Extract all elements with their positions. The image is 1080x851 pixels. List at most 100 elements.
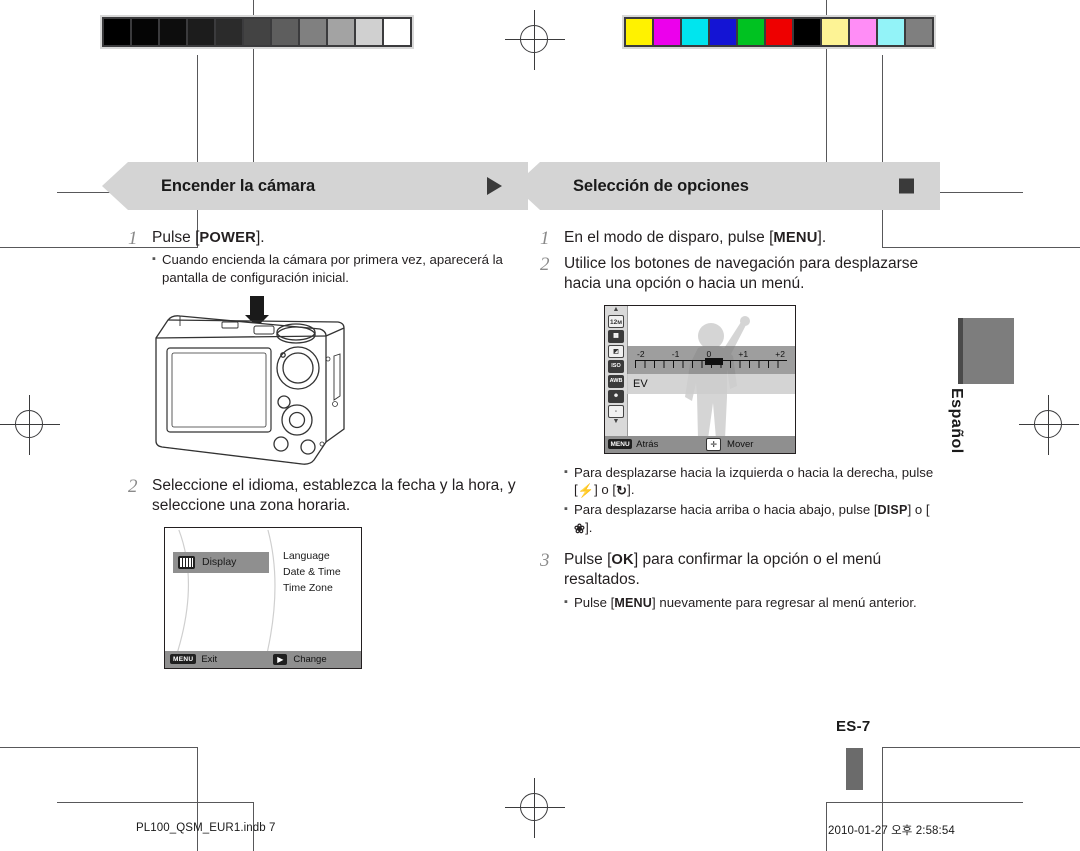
registration-target-right xyxy=(1019,395,1079,455)
ev-label-row: EV xyxy=(627,373,795,394)
lcd-ev-screen: ▲ 12ᴍ ▦ ◩ ISO AWB ☻ ▫ ▼ -2 -1 0 +1 +2 EV… xyxy=(604,304,796,454)
registration-cross-v xyxy=(29,395,30,455)
section-title: Selección de opciones xyxy=(573,176,749,195)
bullet-item: ▪ Cuando encienda la cámara por primera … xyxy=(152,251,528,286)
ev-adjust-row[interactable]: -2 -1 0 +1 +2 xyxy=(627,345,795,374)
crop-mark-bl-v xyxy=(197,747,198,851)
face-detect-off-icon[interactable]: ☻ xyxy=(608,389,624,403)
bullet-text: Para desplazarse hacia la izquierda o ha… xyxy=(574,464,940,500)
bullet-item: ▪ Para desplazarse hacia arriba o hacia … xyxy=(564,501,940,538)
grayscale-swatch-1 xyxy=(130,17,160,47)
left-column: Encender la cámara 1 Pulse [POWER]. ▪ Cu… xyxy=(102,162,528,669)
right-arrow-icon: ▶ xyxy=(273,653,288,665)
step-1-bullets: ▪ Cuando encienda la cámara por primera … xyxy=(152,251,528,286)
ev-icon[interactable]: ◩ xyxy=(608,344,624,358)
scroll-down-caret-icon[interactable]: ▼ xyxy=(605,418,627,425)
step-1: 1 En el modo de disparo, pulse [MENU]. xyxy=(540,228,940,250)
grayscale-swatch-10 xyxy=(382,17,412,47)
crop-mark-bl-h xyxy=(0,747,198,748)
grayscale-swatch-2 xyxy=(158,17,188,47)
crop-mark-br-h xyxy=(882,747,1080,748)
section-title: Encender la cámara xyxy=(161,176,316,195)
registration-target-bottom xyxy=(505,778,565,838)
focus-area-icon[interactable]: ▫ xyxy=(608,404,624,418)
menu-badge-icon: MENU xyxy=(608,439,633,450)
lcd-option-language[interactable]: Language xyxy=(283,548,341,564)
bullet-text-after: ]. xyxy=(585,519,593,535)
square-marker-icon xyxy=(899,178,914,194)
triangle-marker-icon xyxy=(487,177,502,195)
color-calibration-strip xyxy=(622,15,936,49)
lcd-ev-footer-bar: MENU Atrás ✛ Mover xyxy=(605,435,795,453)
lcd-option-time-zone[interactable]: Time Zone xyxy=(283,580,341,596)
lcd-highlighted-item-display[interactable]: Display xyxy=(173,551,269,573)
grayscale-swatch-5 xyxy=(242,17,272,47)
color-swatch-2 xyxy=(680,17,710,47)
grayscale-swatch-7 xyxy=(298,17,328,47)
bullet-dot-icon: ▪ xyxy=(564,503,568,516)
color-swatch-5 xyxy=(764,17,794,47)
resolution-12m-icon[interactable]: 12ᴍ xyxy=(608,314,624,328)
ev-scale: -2 -1 0 +1 +2 xyxy=(635,349,787,371)
step-number: 1 xyxy=(128,228,138,249)
key-ok: OK xyxy=(611,551,634,568)
grayscale-swatch-8 xyxy=(326,17,356,47)
macro-icon: ❀ xyxy=(574,520,586,536)
ev-tick: -1 xyxy=(671,348,680,359)
key-disp: DISP xyxy=(877,503,908,518)
ev-tick: +2 xyxy=(775,348,785,359)
ev-tick: +1 xyxy=(738,348,749,359)
flash-icon: ⚡ xyxy=(577,483,595,499)
step-body: Seleccione el idioma, establezca la fech… xyxy=(152,476,516,515)
bullet-text-before: Para desplazarse hacia arriba o hacia ab… xyxy=(574,502,878,518)
bullet-dot-icon: ▪ xyxy=(564,595,568,608)
timer-icon: ↻ xyxy=(616,483,628,499)
quality-sf-icon[interactable]: ▦ xyxy=(608,329,624,343)
grayscale-calibration-strip xyxy=(100,15,414,49)
step-text-before: Pulse [ xyxy=(152,229,200,246)
ev-tick: -2 xyxy=(637,348,645,359)
white-balance-icon[interactable]: AWB xyxy=(608,374,624,388)
grayscale-swatch-3 xyxy=(186,17,216,47)
color-swatch-4 xyxy=(736,17,766,47)
bullet-item: ▪ Pulse [MENU] nuevamente para regresar … xyxy=(564,594,940,612)
bullet-item: ▪ Para desplazarse hacia la izquierda o … xyxy=(564,464,940,500)
color-swatch-8 xyxy=(848,17,878,47)
registration-cross-h xyxy=(0,424,60,425)
lcd-settings-screen: Display Language Date & Time Time Zone M… xyxy=(164,526,362,669)
bullet-text-mid: ] o [ xyxy=(594,482,617,498)
registration-cross-v xyxy=(1048,395,1049,455)
registration-cross-h xyxy=(505,807,565,808)
section-header-power-on: Encender la cámara xyxy=(102,162,528,210)
bullet-text: Pulse [MENU] nuevamente para regresar al… xyxy=(574,594,940,612)
page-number-bar xyxy=(846,748,863,790)
crop-mark-br2-v xyxy=(826,802,827,851)
step-text-before: Pulse [ xyxy=(564,550,612,568)
grayscale-swatch-0 xyxy=(102,17,132,47)
lcd-option-date-time[interactable]: Date & Time xyxy=(283,564,341,580)
lcd-footer-move-label: Mover xyxy=(727,438,754,450)
menu-badge-icon: MENU xyxy=(170,654,197,665)
language-tab-label: Español xyxy=(948,388,965,454)
scroll-up-caret-icon[interactable]: ▲ xyxy=(605,306,627,313)
registration-target-top xyxy=(505,10,565,70)
ev-label: EV xyxy=(633,377,648,390)
key-power: POWER xyxy=(199,230,256,246)
lcd-option-list: Language Date & Time Time Zone xyxy=(283,548,341,597)
step-3-bullets: ▪ Pulse [MENU] nuevamente para regresar … xyxy=(564,594,940,612)
ev-slider-knob[interactable] xyxy=(704,357,723,365)
key-menu: MENU xyxy=(773,230,818,246)
step-number: 1 xyxy=(540,228,550,249)
step-3: 3 Pulse [OK] para confirmar la opción o … xyxy=(540,550,940,613)
step-body: Pulse [POWER]. ▪ Cuando encienda la cáma… xyxy=(152,228,528,288)
step-1: 1 Pulse [POWER]. ▪ Cuando encienda la cá… xyxy=(128,228,528,288)
lcd-item-label: Display xyxy=(202,556,237,569)
step-body: En el modo de disparo, pulse [MENU]. xyxy=(564,228,940,250)
step-2: 2 Utilice los botones de navegación para… xyxy=(540,254,940,295)
color-swatch-7 xyxy=(820,17,850,47)
crop-mark-bl2-h xyxy=(57,802,254,803)
iso-auto-icon[interactable]: ISO xyxy=(608,359,624,373)
camera-svg xyxy=(155,295,345,465)
bullet-text-after: ] nuevamente para regresar al menú anter… xyxy=(652,594,917,610)
crop-mark-br2-h xyxy=(826,802,1023,803)
